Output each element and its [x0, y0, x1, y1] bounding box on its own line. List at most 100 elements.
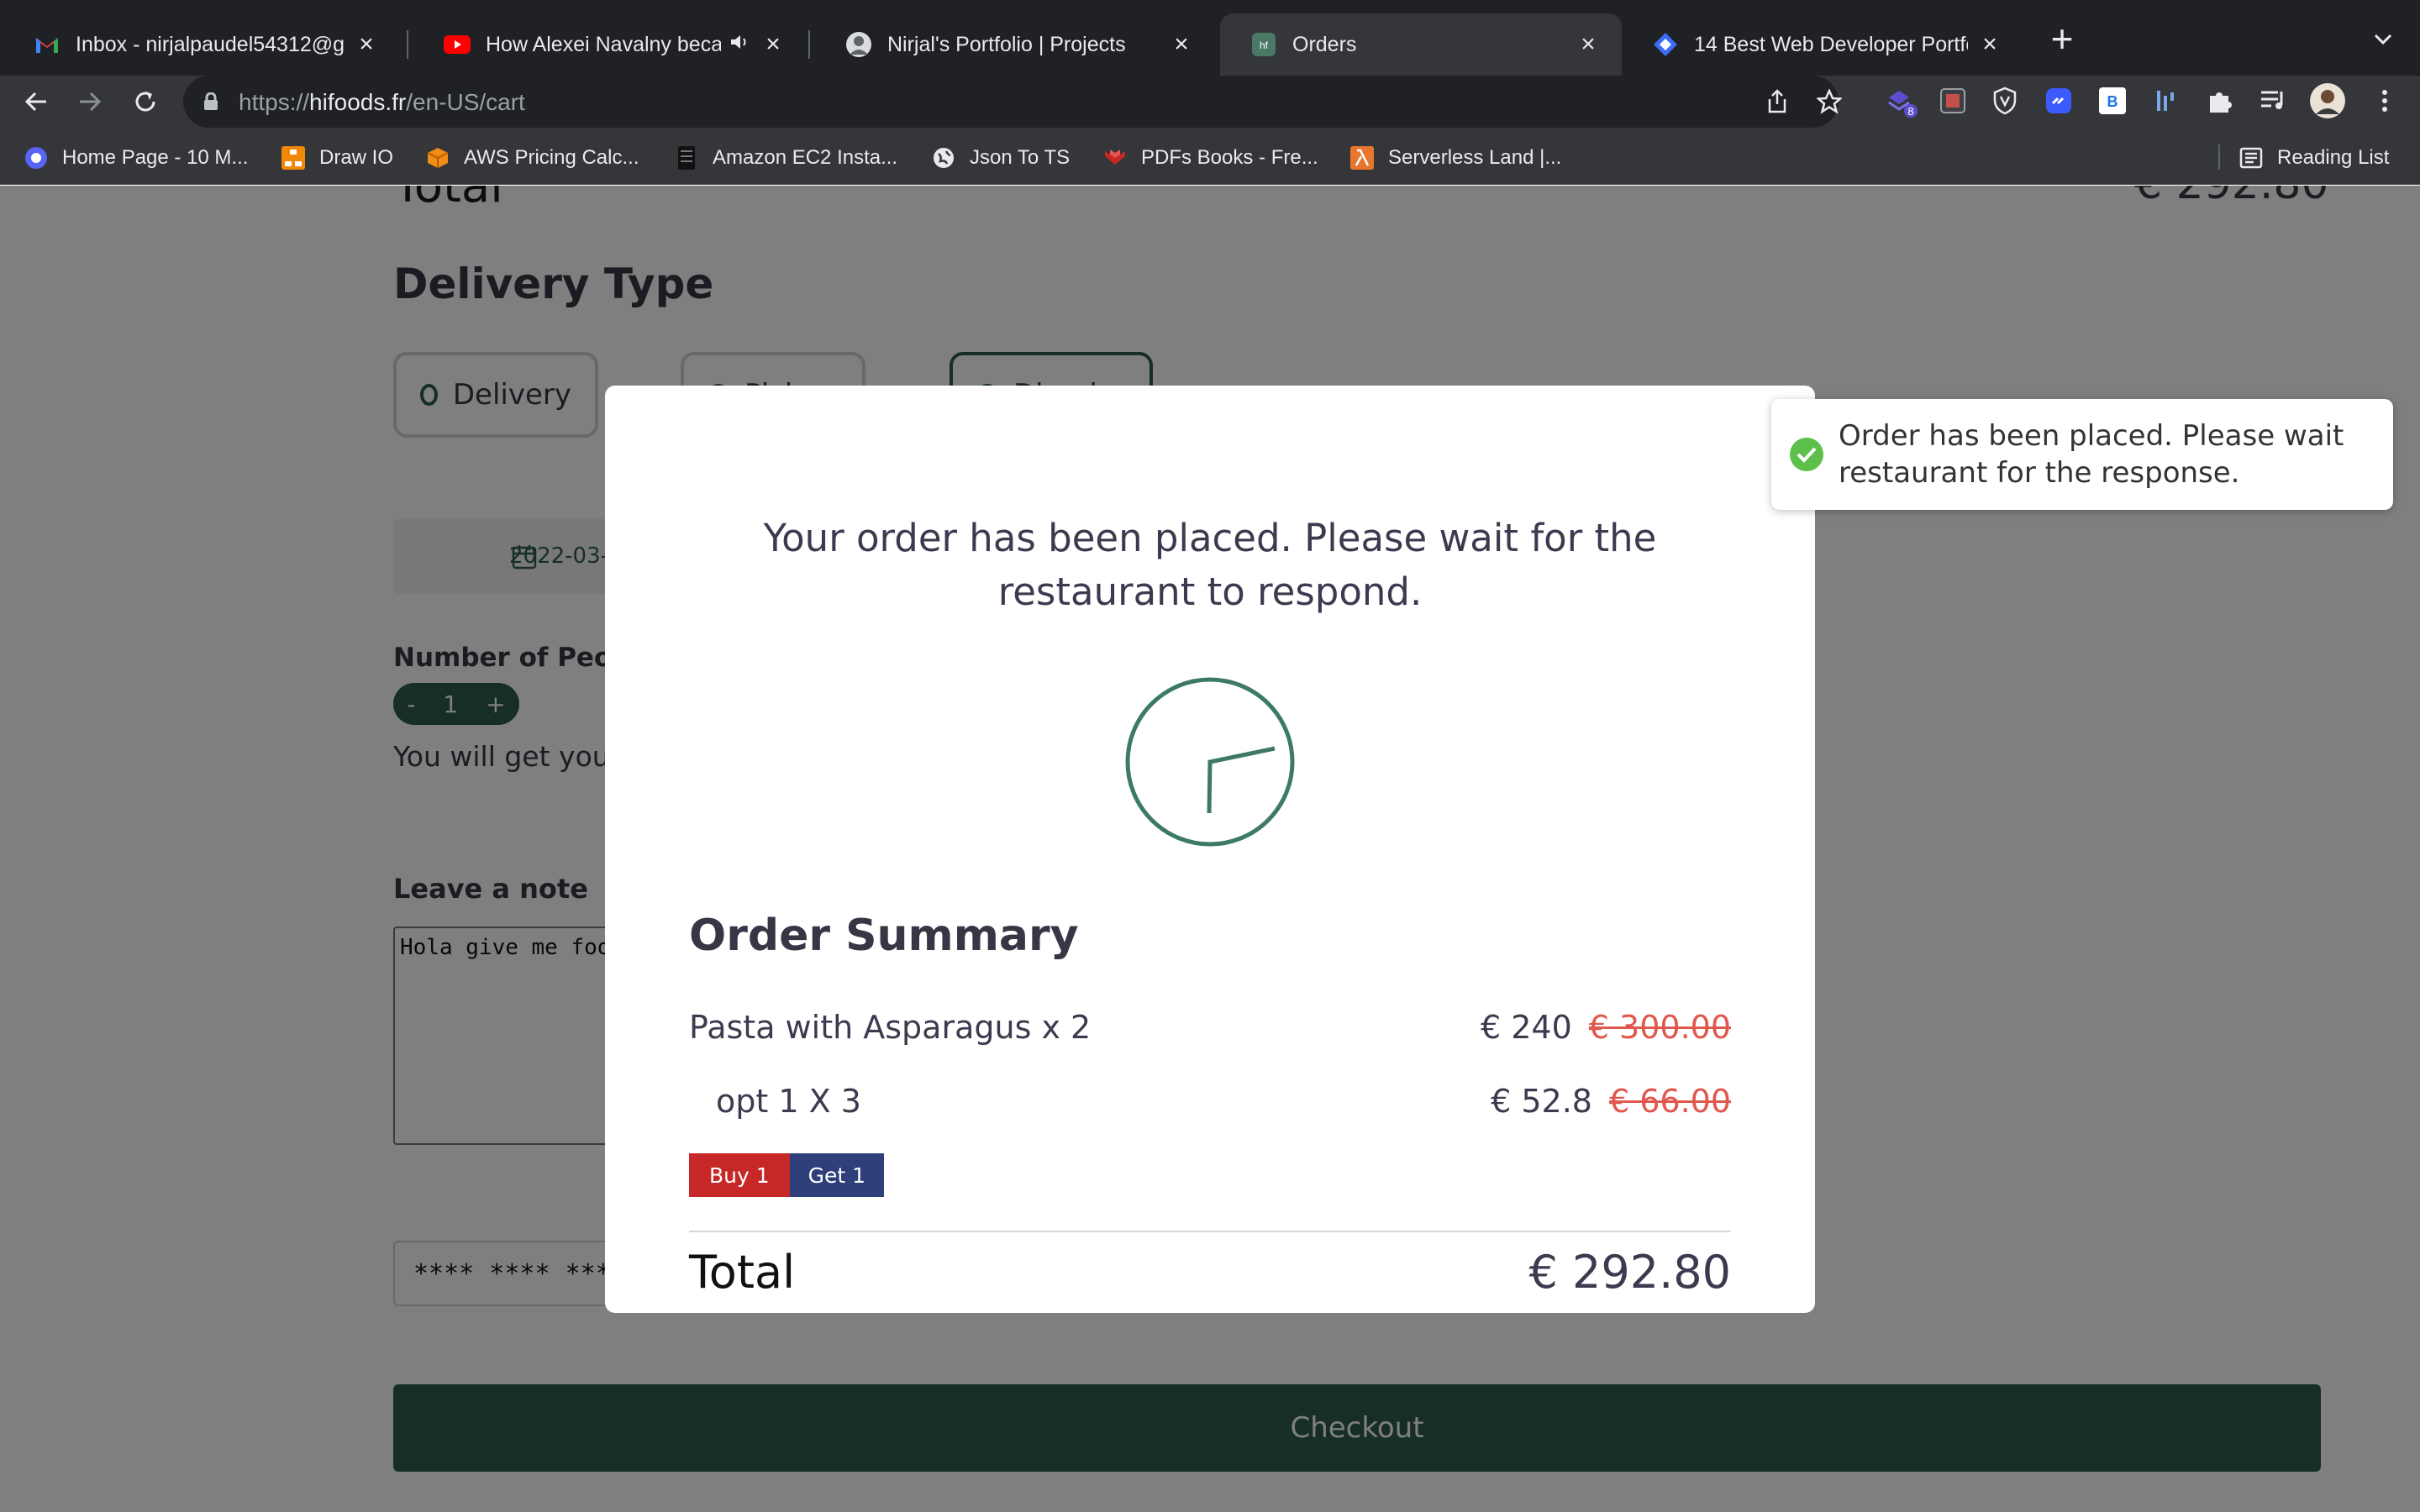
tab-orders[interactable]: hf Orders ×: [1220, 13, 1622, 76]
tab-strip: Inbox - nirjalpaudel54312@gmail.com × Ho…: [0, 0, 2420, 76]
lock-icon[interactable]: [203, 92, 218, 115]
profile-avatar[interactable]: [2309, 82, 2346, 119]
share-icon[interactable]: [1761, 86, 1793, 118]
lambda-icon: [1349, 145, 1375, 171]
address-bar[interactable]: https://hifoods.fr/en-US/cart: [183, 76, 1842, 128]
puzzle-icon[interactable]: [2202, 82, 2238, 119]
bars-extension-icon[interactable]: [2148, 82, 2185, 119]
diamond-icon: [1652, 31, 1679, 58]
drawio-icon: [281, 145, 306, 171]
success-toast[interactable]: Order has been placed. Please wait resta…: [1771, 399, 2393, 510]
tab-youtube[interactable]: How Alexei Navalny became ×: [413, 13, 807, 76]
url-scheme: https://: [239, 89, 310, 115]
order-line-option: opt 1 X 3 € 52.8 € 66.00: [689, 1078, 1731, 1128]
chevron-down-icon[interactable]: [2366, 25, 2400, 59]
extension-badge: 8: [1907, 105, 1913, 118]
avatar-icon: [845, 31, 872, 58]
bookmark-label: Amazon EC2 Insta...: [713, 146, 898, 169]
close-icon[interactable]: ×: [1976, 30, 2003, 58]
bookmarks-divider: [2218, 144, 2220, 170]
bookmark-item[interactable]: Amazon EC2 Insta...: [674, 143, 897, 173]
color-picker-icon[interactable]: [1934, 82, 1971, 119]
speaker-icon[interactable]: [729, 33, 751, 57]
bookmark-label: Serverless Land |...: [1388, 146, 1562, 169]
option-name: opt 1 X 3: [716, 1083, 861, 1120]
hifoods-icon: hf: [1250, 31, 1277, 58]
check-circle-icon: [1788, 436, 1825, 476]
promo-get-label: Get 1: [789, 1153, 885, 1197]
url-host: hifoods.fr: [309, 89, 407, 115]
option-old-price: € 66.00: [1608, 1083, 1731, 1120]
extension-stack-icon[interactable]: 8: [1882, 82, 1919, 119]
toast-message: Order has been placed. Please wait resta…: [1839, 419, 2344, 490]
summary-total-value: € 292.80: [1528, 1246, 1731, 1299]
bookmark-item[interactable]: AWS Pricing Calc...: [425, 143, 639, 173]
bookmark-item[interactable]: PDFs Books - Fre...: [1102, 143, 1318, 173]
globe-blue-icon: [24, 145, 49, 171]
tab-gmail[interactable]: Inbox - nirjalpaudel54312@gmail.com ×: [3, 13, 400, 76]
close-icon[interactable]: ×: [1168, 30, 1195, 58]
url-path: /en-US/cart: [406, 89, 525, 115]
aws-cube-icon: [425, 145, 450, 171]
item-old-price: € 300.00: [1588, 1009, 1731, 1046]
tab-divider: [407, 30, 408, 59]
promo-buy-label: Buy 1: [689, 1153, 790, 1197]
reading-list-icon: [2238, 145, 2264, 171]
close-icon[interactable]: ×: [1575, 30, 1602, 58]
bold-b-icon[interactable]: B: [2094, 82, 2131, 119]
reload-button[interactable]: [126, 82, 165, 121]
media-queue-icon[interactable]: [2255, 82, 2292, 119]
svg-text:hf: hf: [1260, 39, 1269, 51]
tab-title: 14 Best Web Developer Portfolio: [1694, 32, 1968, 56]
tab-portfolios-article[interactable]: 14 Best Web Developer Portfolio ×: [1622, 13, 2023, 76]
bookmark-label: AWS Pricing Calc...: [464, 146, 639, 169]
option-price: € 52.8: [1491, 1083, 1592, 1120]
tab-divider: [808, 30, 810, 59]
kebab-menu-icon[interactable]: [2366, 82, 2403, 119]
gmail-icon: [34, 31, 60, 58]
arrow-right-icon: [80, 92, 102, 112]
order-placed-message: Your order has been placed. Please wait …: [763, 516, 1657, 614]
tab-portfolio[interactable]: Nirjal's Portfolio | Projects ×: [815, 13, 1215, 76]
bookmark-item[interactable]: Draw IO: [281, 143, 393, 173]
arrow-left-icon: [24, 92, 46, 112]
bookmark-label: Home Page - 10 M...: [62, 146, 249, 169]
close-icon[interactable]: ×: [760, 30, 786, 58]
shield-icon[interactable]: [1986, 82, 2023, 119]
close-icon[interactable]: ×: [353, 30, 380, 58]
cart-page: Total € 292.80 Delivery Type Delivery Pi…: [0, 186, 2420, 1512]
pdf-icon: [1102, 145, 1128, 171]
new-tab-button[interactable]: +: [2044, 19, 2081, 59]
svg-text:B: B: [2107, 93, 2118, 110]
back-button[interactable]: [17, 82, 55, 121]
link-extension-icon[interactable]: [2040, 82, 2077, 119]
summary-total-label: Total: [689, 1246, 796, 1299]
url-text[interactable]: https://hifoods.fr/en-US/cart: [239, 89, 525, 116]
browser-toolbar: https://hifoods.fr/en-US/cart 8 B: [0, 76, 2420, 128]
reading-list-label: Reading List: [2277, 146, 2390, 169]
tab-title: How Alexei Navalny became: [486, 32, 721, 56]
youtube-icon: [444, 31, 471, 58]
order-line-item: Pasta with Asparagus x 2 € 240 € 300.00: [689, 1004, 1731, 1054]
bookmark-item[interactable]: Home Page - 10 M...: [24, 143, 248, 173]
order-summary-title: Order Summary: [689, 911, 1079, 961]
bookmark-label: PDFs Books - Fre...: [1141, 146, 1318, 169]
promo-badge: Buy 1 Get 1: [689, 1153, 885, 1197]
option-prices: € 52.8 € 66.00: [1491, 1083, 1731, 1120]
reload-icon: [135, 92, 155, 112]
server-icon: [674, 145, 699, 171]
reading-list-button[interactable]: Reading List: [2238, 143, 2389, 173]
forward-button[interactable]: [71, 82, 109, 121]
bookmark-item[interactable]: Serverless Land |...: [1349, 143, 1561, 173]
item-price: € 240: [1480, 1009, 1572, 1046]
item-prices: € 240 € 300.00: [1481, 1009, 1731, 1046]
order-placed-modal: Your order has been placed. Please wait …: [605, 386, 1815, 1313]
star-icon[interactable]: [1813, 86, 1845, 118]
summary-divider: [689, 1231, 1731, 1232]
bookmark-item[interactable]: Json To TS: [931, 143, 1070, 173]
tab-title: Nirjal's Portfolio | Projects: [887, 32, 1126, 56]
item-name: Pasta with Asparagus x 2: [689, 1009, 1092, 1046]
tab-title: Orders: [1292, 32, 1357, 56]
bookmark-label: Json To TS: [970, 146, 1071, 169]
clock-icon: [1125, 677, 1295, 847]
